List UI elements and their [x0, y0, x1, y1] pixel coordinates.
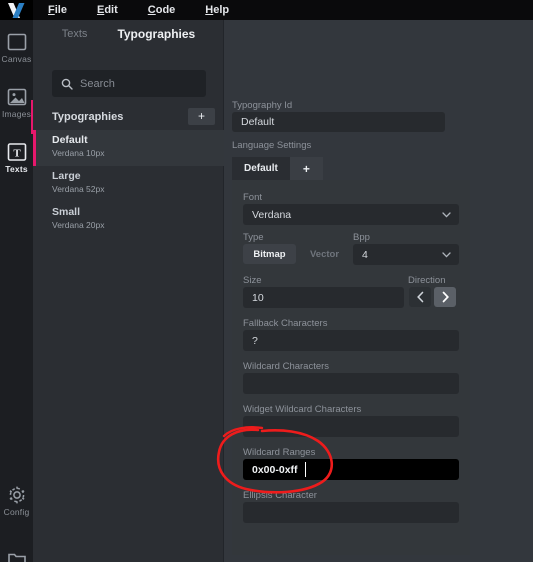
typography-id-label: Typography Id [232, 100, 293, 111]
sidebar-item-images[interactable]: Images [0, 87, 33, 119]
app-logo [0, 0, 33, 20]
list-item-name: Default [52, 134, 88, 146]
tab-texts[interactable]: Texts [62, 28, 88, 40]
menu-bar: File Edit Code Help [0, 0, 533, 20]
chevron-right-icon [442, 291, 449, 303]
wildcard-ranges-label: Wildcard Ranges [243, 447, 316, 458]
app-window: File Edit Code Help Canvas Images T Text… [0, 0, 533, 562]
sidebar-item-label: Images [1, 109, 32, 119]
language-tabs: Default + [232, 157, 323, 180]
widget-wildcard-characters-label: Widget Wildcard Characters [243, 404, 362, 415]
type-label: Type [243, 232, 264, 243]
direction-right-button[interactable] [434, 287, 456, 307]
tab-typographies[interactable]: Typographies [117, 27, 195, 41]
search-input[interactable] [80, 77, 200, 90]
bpp-select[interactable] [353, 244, 459, 265]
size-input[interactable] [243, 287, 404, 308]
menu-item-help[interactable]: Help [190, 0, 244, 20]
ellipsis-character-label: Ellipsis Character [243, 490, 317, 501]
wildcard-characters-label: Wildcard Characters [243, 361, 330, 372]
list-section-title: Typographies [52, 111, 124, 123]
language-settings-card: Font Type Bpp Bitmap Vector Size Directi… [232, 180, 470, 555]
svg-text:T: T [13, 148, 21, 160]
text-t-icon: T [7, 143, 26, 161]
fallback-characters-input[interactable] [243, 330, 459, 351]
typography-detail-form: Typography Id Language Settings Default … [224, 20, 533, 562]
typography-id-input[interactable] [232, 112, 445, 132]
add-language-button[interactable]: + [289, 157, 323, 180]
sidebar-item-label: Texts [5, 164, 28, 174]
sidebar-item-label: Canvas [1, 54, 32, 64]
font-select[interactable] [243, 204, 459, 225]
size-label: Size [243, 275, 262, 286]
list-item[interactable]: Default Verdana 10px [33, 130, 224, 166]
menu-item-edit[interactable]: Edit [82, 0, 133, 20]
bpp-label: Bpp [353, 232, 370, 243]
type-option-bitmap[interactable]: Bitmap [243, 244, 296, 264]
wildcard-ranges-input[interactable] [243, 459, 459, 480]
widget-wildcard-characters-input[interactable] [243, 416, 459, 437]
typography-list-panel: Texts Typographies Typographies + Defaul… [33, 20, 224, 562]
menu-item-list: File Edit Code Help [33, 0, 244, 20]
text-caret [305, 462, 306, 477]
type-option-vector[interactable]: Vector [302, 244, 347, 264]
x-logo-icon [8, 2, 25, 18]
wildcard-characters-input[interactable] [243, 373, 459, 394]
font-select-value[interactable] [243, 204, 459, 225]
sidebar-item-config[interactable]: Config [0, 485, 33, 517]
search-icon [61, 78, 73, 90]
list-item-subtitle: Verdana 52px [52, 184, 105, 194]
sidebar-item-label: Config [3, 507, 30, 517]
ellipsis-character-input[interactable] [243, 502, 459, 523]
folder-icon [7, 553, 26, 562]
canvas-square-icon [7, 33, 26, 51]
bpp-select-value[interactable] [353, 244, 459, 265]
sidebar-item-file[interactable]: File [0, 548, 33, 562]
menu-item-file[interactable]: File [33, 0, 82, 20]
language-settings-label: Language Settings [232, 140, 312, 151]
panel-tabs: Texts Typographies [33, 20, 224, 48]
list-item-subtitle: Verdana 20px [52, 220, 105, 230]
direction-left-button[interactable] [409, 287, 431, 307]
chevron-left-icon [416, 291, 423, 303]
list-item[interactable]: Small Verdana 20px [33, 202, 224, 238]
tab-language-default[interactable]: Default [232, 157, 290, 180]
search-box[interactable] [52, 70, 206, 97]
selected-indicator [33, 130, 36, 166]
gear-icon [9, 486, 24, 504]
menu-item-code[interactable]: Code [133, 0, 191, 20]
fallback-characters-label: Fallback Characters [243, 318, 328, 329]
list-item-name: Small [52, 206, 81, 218]
image-picture-icon [7, 88, 26, 106]
list-item[interactable]: Large Verdana 52px [33, 166, 224, 202]
list-item-name: Large [52, 170, 81, 182]
left-icon-rail: Canvas Images T Texts Config [0, 20, 33, 562]
list-item-subtitle: Verdana 10px [52, 148, 105, 158]
sidebar-item-texts[interactable]: T Texts [0, 142, 33, 174]
sidebar-item-canvas[interactable]: Canvas [0, 32, 33, 64]
add-typography-button[interactable]: + [188, 108, 215, 125]
direction-label: Direction [408, 275, 446, 286]
font-label: Font [243, 192, 263, 203]
